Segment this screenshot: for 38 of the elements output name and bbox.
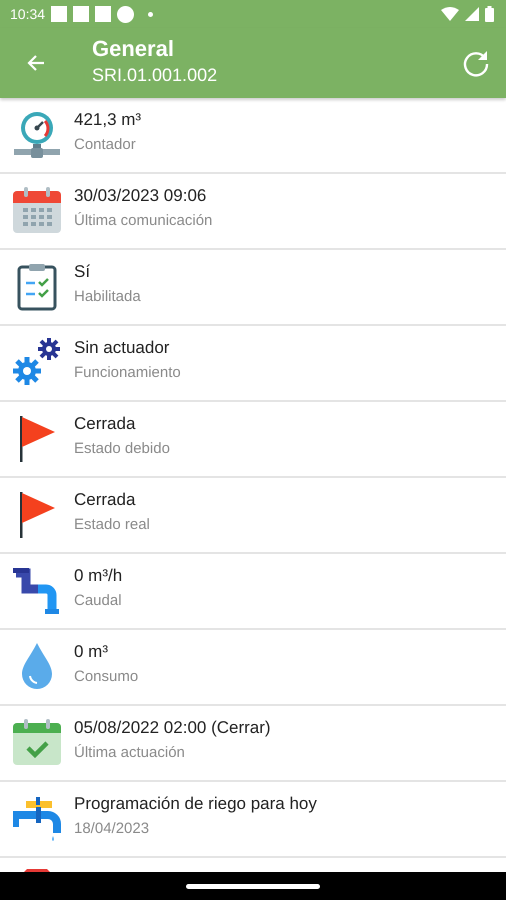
- screen-title: General: [92, 36, 175, 62]
- item-value: 30/03/2023 09:06: [74, 186, 208, 206]
- meter-icon: [12, 109, 62, 159]
- item-label: Caudal: [74, 592, 122, 609]
- item-value: 0 m³/h: [74, 566, 122, 586]
- item-label: Estado debido: [74, 440, 170, 457]
- signal-icon: [465, 7, 479, 21]
- calendar-check-icon: [12, 717, 62, 767]
- item-label: Contador: [74, 136, 137, 153]
- item-value: Sin actuador: [74, 338, 170, 358]
- item-label: Última comunicación: [74, 212, 212, 229]
- item-value: Programación de riego para hoy: [74, 794, 317, 814]
- item-label: Habilitada: [74, 288, 141, 305]
- pipe-icon: [12, 565, 62, 615]
- item-value: Cerrada: [74, 414, 136, 434]
- calendar-icon: [12, 185, 62, 235]
- wifi-icon: [441, 7, 459, 21]
- refresh-icon: [462, 49, 490, 77]
- item-value: 0 m³: [74, 642, 109, 662]
- item-label: Última actuación: [74, 744, 186, 761]
- home-indicator[interactable]: [186, 884, 320, 888]
- item-label: Consumo: [74, 668, 138, 685]
- screen-subtitle: SRI.01.001.002: [92, 65, 218, 86]
- notification-icon: [117, 6, 134, 22]
- item-value: Cerrada: [74, 490, 136, 510]
- status-time: 10:34: [10, 6, 46, 22]
- notification-icon: [51, 6, 68, 22]
- more-notifications-icon: [148, 12, 154, 16]
- item-value: 05/08/2022 02:00 (Cerrar): [74, 718, 271, 738]
- item-label: Estado real: [74, 516, 150, 533]
- notification-icon: [73, 6, 90, 22]
- notification-icon: [95, 6, 112, 22]
- item-label: 18/04/2023: [74, 820, 150, 837]
- gears-icon: [12, 337, 62, 387]
- item-value: 421,3 m³: [74, 110, 142, 130]
- battery-icon: [485, 6, 494, 22]
- item-label: Funcionamiento: [74, 364, 181, 381]
- item-value: Sí: [74, 262, 92, 282]
